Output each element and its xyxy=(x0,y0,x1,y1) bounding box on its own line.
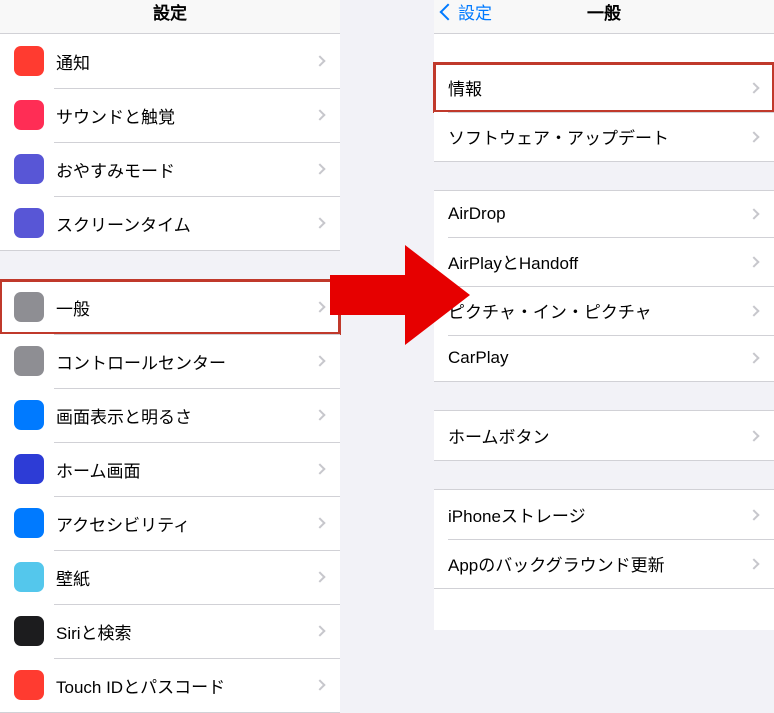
list-item[interactable]: ピクチャ・イン・ピクチャ xyxy=(434,286,774,335)
list-item[interactable]: Siriと検索 xyxy=(0,604,340,658)
row-label: ピクチャ・イン・ピクチャ xyxy=(448,298,750,323)
list-item[interactable]: 一般 xyxy=(0,280,340,334)
list-item[interactable]: 壁紙 xyxy=(0,550,340,604)
screen-time-icon xyxy=(14,208,44,238)
chevron-right-icon xyxy=(314,625,325,636)
chevron-right-icon xyxy=(314,301,325,312)
display-icon xyxy=(14,400,44,430)
row-label: ソフトウェア・アップデート xyxy=(448,124,750,149)
list-item[interactable]: iPhoneストレージ xyxy=(434,490,774,539)
notifications-icon xyxy=(14,46,44,76)
siri-icon xyxy=(14,616,44,646)
list-item[interactable]: アクセシビリティ xyxy=(0,496,340,550)
row-label: ホームボタン xyxy=(448,423,750,448)
content-right: 情報ソフトウェア・アップデート AirDrop AirPlayとHandoff ピク… xyxy=(434,62,774,589)
touch-id-icon xyxy=(14,670,44,700)
general-group-4: iPhoneストレージ Appのバックグラウンド更新 xyxy=(434,489,774,589)
chevron-right-icon xyxy=(748,82,759,93)
nav-title-right: 一般 xyxy=(587,0,621,24)
list-item[interactable]: 画面表示と明るさ xyxy=(0,388,340,442)
back-button[interactable]: 設定 xyxy=(442,0,492,24)
row-label: アクセシビリティ xyxy=(56,511,316,536)
row-label: ホーム画面 xyxy=(56,457,316,482)
row-label: おやすみモード xyxy=(56,157,316,182)
chevron-right-icon xyxy=(314,217,325,228)
settings-group-1: 通知サウンドと触覚おやすみモードスクリーンタイム xyxy=(0,34,340,251)
row-label: サウンドと触覚 xyxy=(56,103,316,128)
chevron-right-icon xyxy=(314,55,325,66)
row-label: コントロールセンター xyxy=(56,349,316,374)
chevron-left-icon xyxy=(440,3,457,20)
list-item[interactable]: コントロールセンター xyxy=(0,334,340,388)
list-item[interactable]: 情報 xyxy=(434,63,774,112)
general-icon xyxy=(14,292,44,322)
navbar-right: 設定 一般 xyxy=(434,0,774,34)
settings-group-2: 一般コントロールセンター画面表示と明るさホーム画面アクセシビリティ壁紙 Siriと… xyxy=(0,279,340,713)
list-item[interactable]: ホーム画面 xyxy=(0,442,340,496)
chevron-right-icon xyxy=(748,430,759,441)
navbar-left: 設定 xyxy=(0,0,340,34)
row-label: スクリーンタイム xyxy=(56,211,316,236)
list-item[interactable]: ソフトウェア・アップデート xyxy=(434,112,774,161)
chevron-right-icon xyxy=(314,571,325,582)
chevron-right-icon xyxy=(748,256,759,267)
list-item[interactable]: Touch IDとパスコード xyxy=(0,658,340,712)
nav-title-left: 設定 xyxy=(153,0,187,24)
chevron-right-icon xyxy=(314,163,325,174)
general-screen: 設定 一般 情報ソフトウェア・アップデート AirDrop AirPlayとHan… xyxy=(434,0,774,630)
home-screen-icon xyxy=(14,454,44,484)
accessibility-icon xyxy=(14,508,44,538)
back-label: 設定 xyxy=(458,0,492,24)
chevron-right-icon xyxy=(748,305,759,316)
list-item[interactable]: スクリーンタイム xyxy=(0,196,340,250)
list-item[interactable]: AirPlayとHandoff xyxy=(434,237,774,286)
row-label: iPhoneストレージ xyxy=(448,502,750,527)
row-label: 壁紙 xyxy=(56,565,316,590)
chevron-right-icon xyxy=(314,463,325,474)
list-item[interactable]: CarPlay xyxy=(434,335,774,381)
row-label: Touch IDとパスコード xyxy=(56,673,316,698)
chevron-right-icon xyxy=(314,355,325,366)
list-item[interactable]: Appのバックグラウンド更新 xyxy=(434,539,774,588)
general-group-2: AirDrop AirPlayとHandoff ピクチャ・イン・ピクチャ CarPla… xyxy=(434,190,774,382)
row-label: 画面表示と明るさ xyxy=(56,403,316,428)
content-left: 通知サウンドと触覚おやすみモードスクリーンタイム 一般コントロールセンター画面表… xyxy=(0,34,340,713)
chevron-right-icon xyxy=(314,679,325,690)
list-item[interactable]: 通知 xyxy=(0,34,340,88)
general-group-3: ホームボタン xyxy=(434,410,774,461)
row-label: CarPlay xyxy=(448,348,750,368)
chevron-right-icon xyxy=(748,208,759,219)
chevron-right-icon xyxy=(314,517,325,528)
list-item[interactable]: AirDrop xyxy=(434,191,774,237)
general-group-1: 情報ソフトウェア・アップデート xyxy=(434,62,774,162)
chevron-right-icon xyxy=(314,409,325,420)
list-item[interactable]: おやすみモード xyxy=(0,142,340,196)
chevron-right-icon xyxy=(748,509,759,520)
settings-screen: 設定 通知サウンドと触覚おやすみモードスクリーンタイム 一般コントロールセンター… xyxy=(0,0,340,630)
chevron-right-icon xyxy=(748,352,759,363)
wallpaper-icon xyxy=(14,562,44,592)
list-item[interactable]: サウンドと触覚 xyxy=(0,88,340,142)
row-label: 一般 xyxy=(56,295,316,320)
control-center-icon xyxy=(14,346,44,376)
row-label: 情報 xyxy=(448,75,750,100)
chevron-right-icon xyxy=(748,131,759,142)
chevron-right-icon xyxy=(748,558,759,569)
list-item[interactable]: ホームボタン xyxy=(434,411,774,460)
row-label: 通知 xyxy=(56,49,316,74)
chevron-right-icon xyxy=(314,109,325,120)
row-label: AirPlayとHandoff xyxy=(448,249,750,274)
do-not-disturb-icon xyxy=(14,154,44,184)
row-label: Appのバックグラウンド更新 xyxy=(448,551,750,576)
row-label: AirDrop xyxy=(448,204,750,224)
sounds-icon xyxy=(14,100,44,130)
row-label: Siriと検索 xyxy=(56,619,316,644)
